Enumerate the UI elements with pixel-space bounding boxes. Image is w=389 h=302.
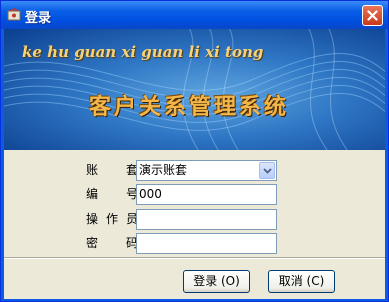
close-button[interactable] [362,5,383,26]
operator-label: 操作员 [86,212,138,226]
cancel-button[interactable]: 取消 (C) [268,270,335,293]
password-label: 密 码 [86,236,138,250]
banner-title: 客户关系管理系统 [89,94,290,120]
login-button[interactable]: 登录 (O) [183,270,250,293]
close-icon [367,10,378,21]
code-label: 编 号 [86,187,138,201]
banner-image: ke hu guan xi guan li xi tong 客户关系管理系统 [4,29,385,150]
login-form: 账 套 演示账套 编 号 000 操作员 密 码 [4,150,385,254]
account-select[interactable]: 演示账套 [136,160,277,181]
window-title: 登录 [25,11,52,26]
code-field[interactable]: 000 [136,184,277,205]
title-bar[interactable]: 登录 [1,1,388,29]
chevron-down-icon [263,168,272,174]
login-dialog: 登录 ke hu guan xi guan li xi tong 客户关系管理系… [0,0,389,302]
account-select-value: 演示账套 [139,163,188,177]
account-select-dropdown-button[interactable] [259,162,275,179]
dialog-body: ke hu guan xi guan li xi tong 客户关系管理系统 账… [4,29,385,299]
password-field[interactable] [136,233,277,254]
operator-field[interactable] [136,209,277,230]
account-label: 账 套 [86,163,138,177]
banner-pinyin: ke hu guan xi guan li xi tong [22,43,264,61]
app-icon [7,8,21,22]
separator [4,257,385,259]
